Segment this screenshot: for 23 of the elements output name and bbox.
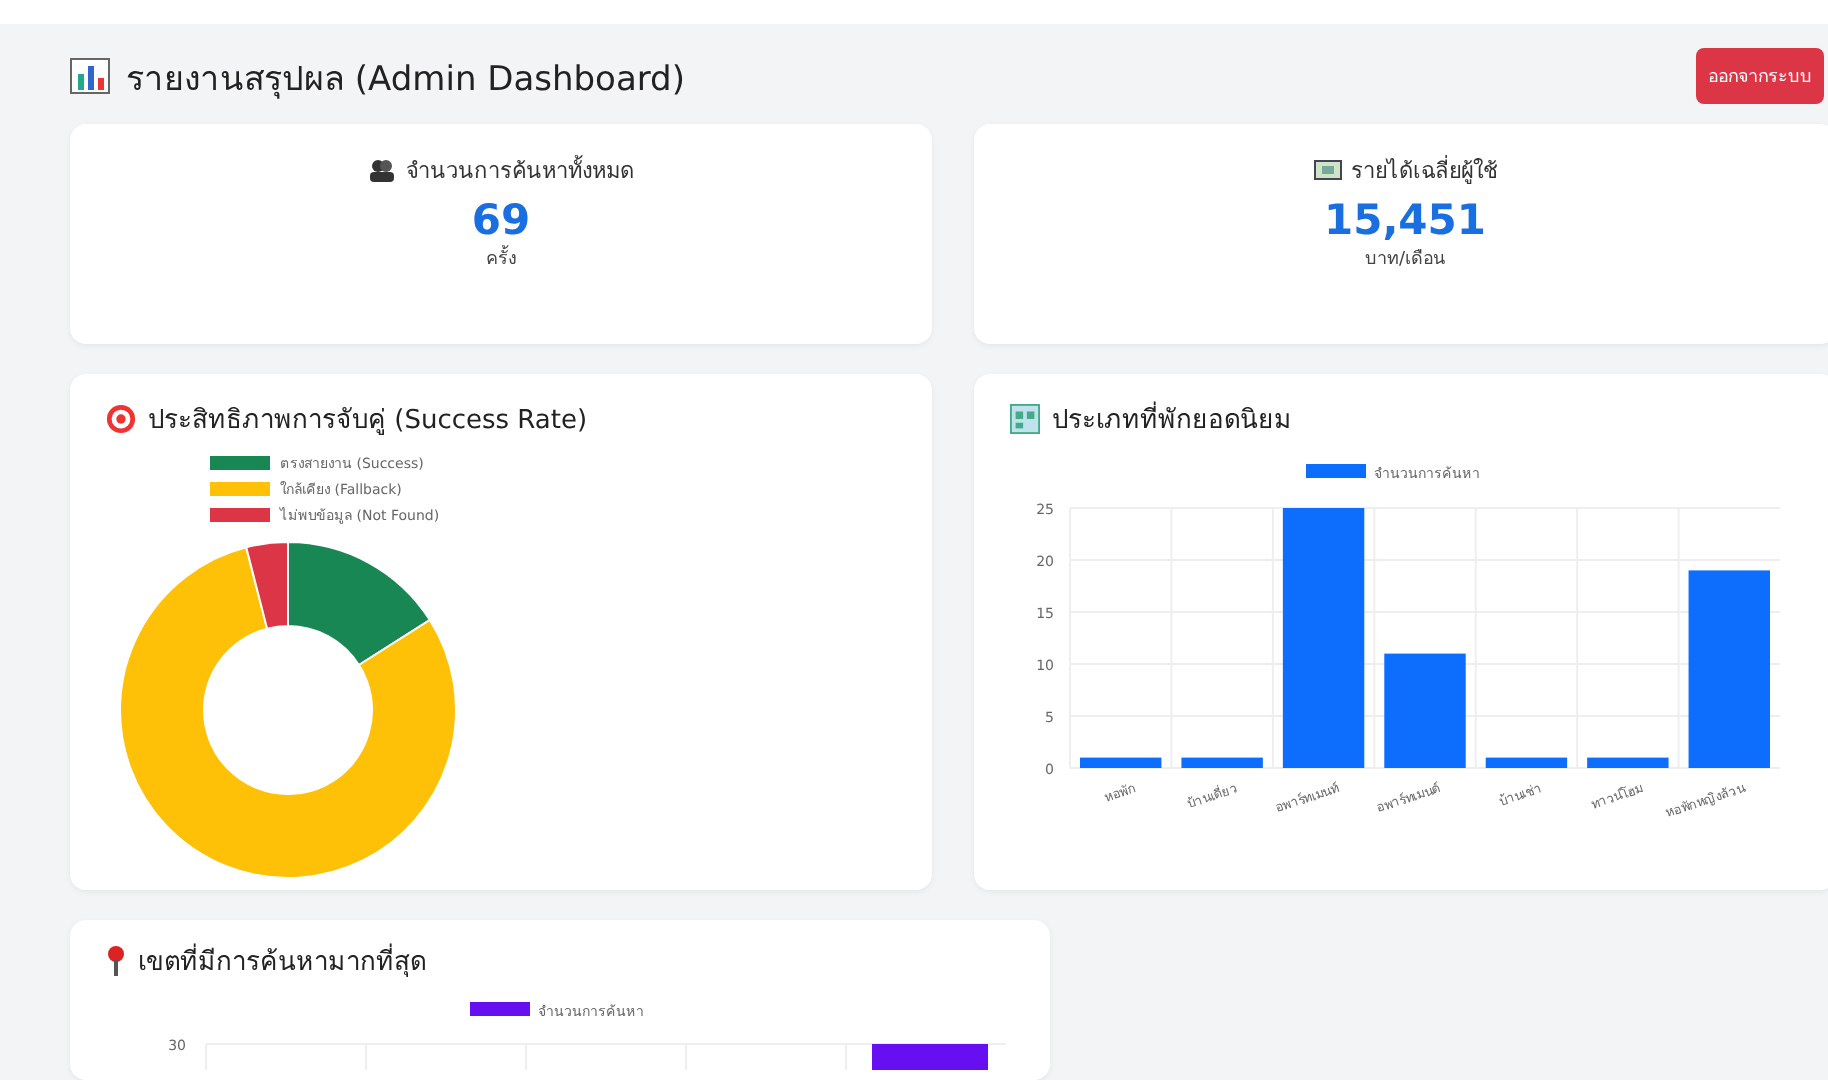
card-title: เขตที่มีการค้นหามากที่สุด xyxy=(138,940,426,982)
bar xyxy=(1587,757,1669,768)
stat-value: 15,451 xyxy=(1323,196,1487,244)
stat-label: จำนวนการค้นหาทั้งหมด xyxy=(406,153,634,188)
calendar-icon xyxy=(1010,404,1040,434)
card-title: ประเภทที่พักยอดนิยม xyxy=(1052,398,1292,440)
card-title: ประสิทธิภาพการจับคู่ (Success Rate) xyxy=(148,404,588,440)
pin-icon xyxy=(106,946,126,976)
bar xyxy=(1181,757,1263,768)
people-icon xyxy=(368,158,396,182)
banknote-icon xyxy=(1313,160,1341,180)
bar xyxy=(1485,757,1568,768)
bar-chart-icon xyxy=(70,58,110,94)
logout-button[interactable]: ออกจากระบบ xyxy=(1696,48,1824,104)
page-title: รายงานสรุปผล (Admin Dashboard) xyxy=(126,57,685,103)
stat-unit: ครั้ง xyxy=(486,244,516,272)
stat-label: รายได้เฉลี่ยผู้ใช้ xyxy=(1351,153,1497,188)
bar xyxy=(872,1044,988,1070)
bar xyxy=(1384,653,1466,768)
target-icon xyxy=(106,404,136,434)
bar xyxy=(1080,757,1162,768)
stat-unit: บาท/เดือน xyxy=(1364,247,1446,272)
stat-value: 69 xyxy=(471,196,531,244)
